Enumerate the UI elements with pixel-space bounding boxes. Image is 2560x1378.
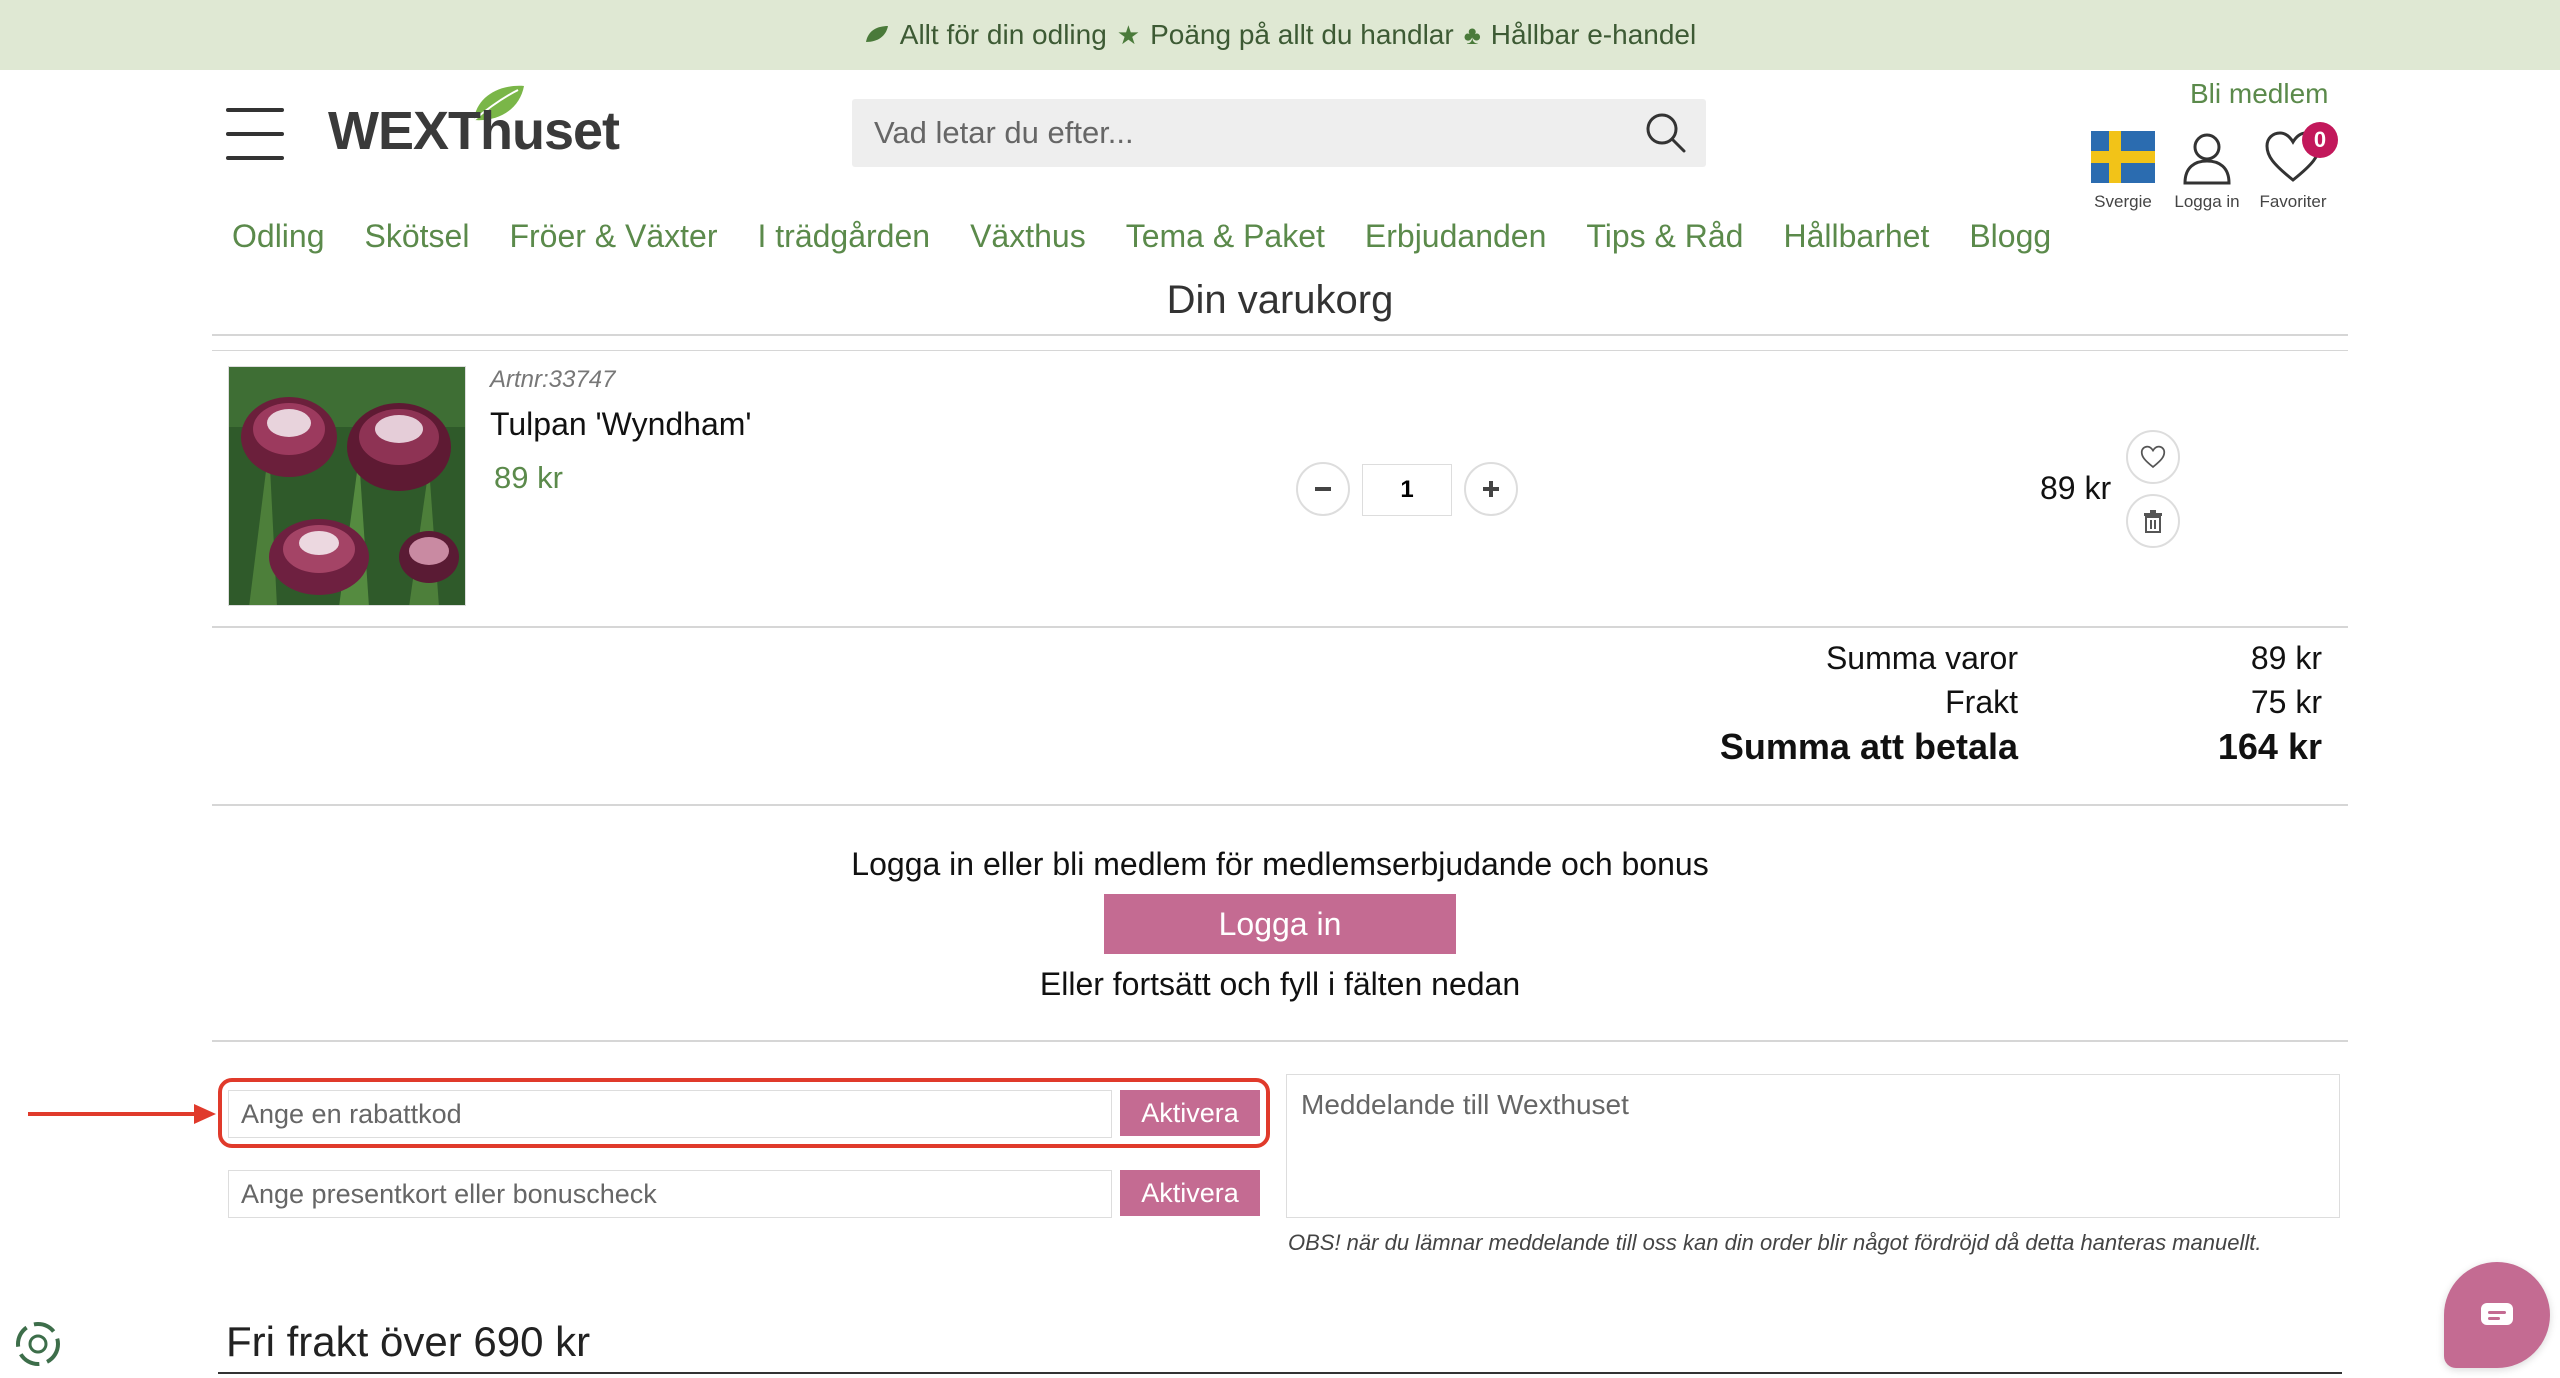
heart-outline-icon bbox=[2140, 445, 2166, 469]
message-note: OBS! när du lämnar meddelande till oss k… bbox=[1288, 1230, 2262, 1255]
divider bbox=[212, 350, 2348, 351]
user-icon bbox=[2183, 133, 2231, 185]
gift-card-input[interactable] bbox=[241, 1178, 1111, 1210]
subtotal-value: 89 kr bbox=[2250, 640, 2322, 676]
annotation-arrow-icon bbox=[28, 1104, 216, 1124]
increase-quantity-button[interactable] bbox=[1464, 462, 1518, 516]
nav-item-erbjudanden[interactable]: Erbjudanden bbox=[1365, 218, 1546, 255]
product-artnr: Artnr:33747 bbox=[490, 366, 616, 393]
message-textarea[interactable] bbox=[1301, 1089, 2325, 1203]
quantity-input[interactable] bbox=[1362, 464, 1452, 516]
nav-item-froer-vaxter[interactable]: Fröer & Växter bbox=[509, 218, 717, 255]
become-member-link[interactable]: Bli medlem bbox=[2190, 78, 2328, 110]
country-selector[interactable]: Svergie bbox=[2078, 128, 2168, 212]
shipping-label: Frakt bbox=[1945, 684, 2018, 720]
divider bbox=[218, 1372, 2342, 1374]
message-box bbox=[1286, 1074, 2340, 1218]
chat-icon bbox=[2481, 1303, 2513, 1325]
nav-item-hallbarhet[interactable]: Hållbarhet bbox=[1783, 218, 1929, 255]
product-price: 89 kr bbox=[494, 460, 563, 495]
total-label: Summa att betala bbox=[1719, 726, 2018, 767]
minus-icon bbox=[1315, 487, 1331, 491]
add-to-favorites-button[interactable] bbox=[2126, 430, 2180, 484]
nav-item-tema-paket[interactable]: Tema & Paket bbox=[1126, 218, 1325, 255]
total-value: 164 kr bbox=[2217, 726, 2322, 767]
favorites-label: Favoriter bbox=[2259, 192, 2327, 211]
subtotal-label: Summa varor bbox=[1825, 640, 2018, 676]
trash-icon bbox=[2144, 510, 2162, 533]
divider bbox=[212, 804, 2348, 806]
sweden-flag-icon bbox=[2091, 131, 2155, 183]
country-label: Svergie bbox=[2094, 192, 2152, 211]
activate-discount-button[interactable]: Aktivera bbox=[1120, 1090, 1260, 1136]
nav-item-tips-rad[interactable]: Tips & Råd bbox=[1586, 218, 1743, 255]
nav-item-skotsel[interactable]: Skötsel bbox=[365, 218, 470, 255]
page-title: Din varukorg bbox=[1166, 278, 1394, 322]
search-icon[interactable] bbox=[1642, 109, 1690, 157]
continue-text: Eller fortsätt och fyll i fälten nedan bbox=[1039, 966, 1521, 1002]
main-nav: Odling Skötsel Fröer & Växter I trädgård… bbox=[232, 218, 2091, 255]
divider bbox=[212, 334, 2348, 336]
clover-icon: ♣ bbox=[1463, 19, 1481, 50]
shipping-value: 75 kr bbox=[2250, 684, 2322, 720]
free-shipping-heading: Fri frakt över 690 kr bbox=[226, 1318, 591, 1365]
promo-text-2: Poäng på allt du handlar bbox=[1150, 19, 1454, 50]
divider bbox=[212, 626, 2348, 628]
discount-code-input[interactable] bbox=[241, 1098, 1111, 1130]
leaf-icon bbox=[864, 20, 890, 51]
nav-item-blogg[interactable]: Blogg bbox=[1969, 218, 2051, 255]
star-icon: ★ bbox=[1116, 19, 1141, 50]
favorites-count-badge: 0 bbox=[2302, 122, 2338, 158]
divider bbox=[212, 1040, 2348, 1042]
recycle-badge-icon[interactable] bbox=[12, 1318, 64, 1370]
search-bar bbox=[852, 99, 1706, 167]
product-image[interactable] bbox=[228, 366, 466, 606]
login-button[interactable]: Logga in bbox=[1104, 894, 1456, 954]
logo-wordmark: WEXThuset bbox=[328, 101, 620, 161]
nav-item-odling[interactable]: Odling bbox=[232, 218, 325, 255]
promo-text-3: Hållbar e-handel bbox=[1490, 19, 1697, 50]
login-prompt: Logga in eller bli medlem för medlemserb… bbox=[851, 846, 1709, 882]
nav-item-i-tradgarden[interactable]: I trädgården bbox=[758, 218, 931, 255]
site-logo[interactable]: WEXThuset bbox=[328, 78, 620, 168]
decrease-quantity-button[interactable] bbox=[1296, 462, 1350, 516]
chat-button[interactable] bbox=[2444, 1262, 2550, 1368]
menu-icon[interactable] bbox=[226, 108, 284, 160]
promo-bar: Allt för din odling ★ Poäng på allt du h… bbox=[0, 0, 2560, 70]
product-name[interactable]: Tulpan 'Wyndham' bbox=[490, 406, 752, 443]
login-label: Logga in bbox=[2174, 192, 2240, 211]
discount-code-field bbox=[228, 1090, 1112, 1138]
nav-item-vaxthus[interactable]: Växthus bbox=[970, 218, 1086, 255]
gift-card-field bbox=[228, 1170, 1112, 1218]
search-input[interactable] bbox=[852, 115, 1612, 151]
line-total: 89 kr bbox=[2040, 470, 2112, 506]
plus-icon bbox=[1483, 481, 1499, 497]
login-link[interactable]: Logga in bbox=[2162, 128, 2252, 212]
remove-item-button[interactable] bbox=[2126, 494, 2180, 548]
activate-gift-card-button[interactable]: Aktivera bbox=[1120, 1170, 1260, 1216]
promo-text-1: Allt för din odling bbox=[899, 19, 1107, 50]
